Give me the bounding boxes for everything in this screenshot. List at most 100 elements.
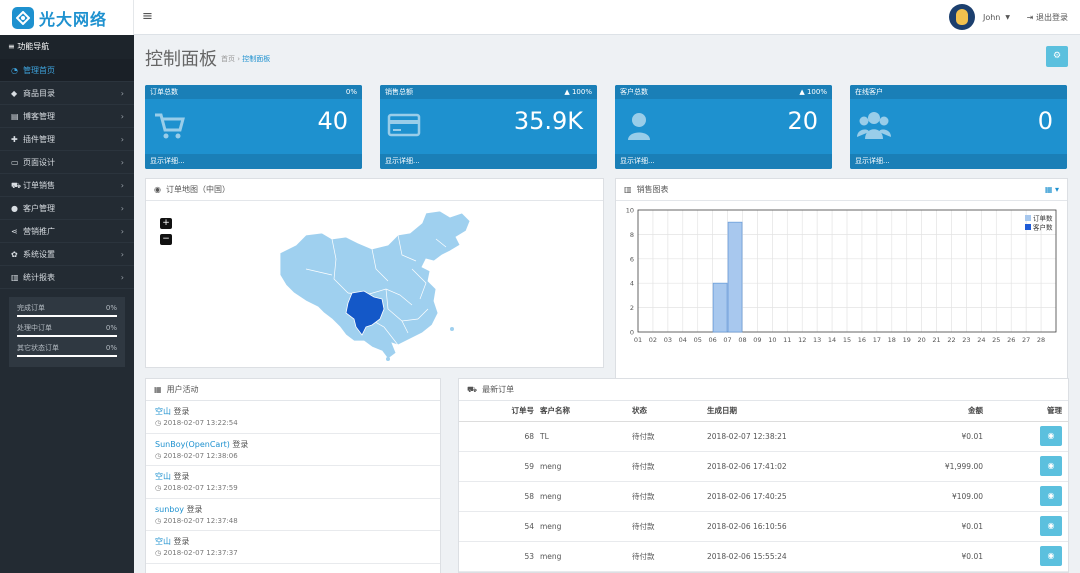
view-order-button[interactable]: ◉ bbox=[1040, 516, 1062, 536]
tile-details-link[interactable]: 显示详细... bbox=[615, 154, 832, 169]
progress-processing: 处理中订单 0% bbox=[17, 323, 117, 337]
breadcrumb-home[interactable]: 首页 bbox=[221, 55, 235, 63]
china-map[interactable] bbox=[276, 209, 476, 361]
progress-value: 0% bbox=[105, 344, 117, 352]
tile-total-orders: 订单总数 0% 40 显示详细... bbox=[145, 85, 362, 169]
sidebar-item-1[interactable]: ◆ 商品目录 › bbox=[0, 82, 134, 105]
tile-value: 0 bbox=[1037, 107, 1053, 135]
sidebar-item-label: 页面设计 bbox=[23, 158, 55, 167]
avatar[interactable] bbox=[948, 4, 975, 30]
sidebar-item-5[interactable]: ⛟ 订单销售 › bbox=[0, 174, 134, 197]
caret-down-icon[interactable]: ▼ bbox=[1005, 14, 1010, 21]
order-total: ¥1,999.00 bbox=[904, 451, 986, 482]
x-tick-label: 18 bbox=[888, 336, 896, 344]
orders-table: 订单号 客户名称 状态 生成日期 金额 管理 68 TL 待付款 2018-02-07… bbox=[459, 401, 1068, 572]
view-order-button[interactable]: ◉ bbox=[1040, 546, 1062, 566]
tile-details-link[interactable]: 显示详细... bbox=[145, 154, 362, 169]
table-row: 54 meng 待付款 2018-02-06 16:10:56 ¥0.01 ◉ bbox=[459, 511, 1068, 542]
sidebar-item-4[interactable]: ▭ 页面设计 › bbox=[0, 151, 134, 174]
activity-action: 登录 bbox=[173, 537, 190, 546]
activity-user-link[interactable]: SunBoy(OpenCart) bbox=[155, 440, 230, 449]
map-region[interactable] bbox=[279, 210, 471, 360]
col-customer[interactable]: 客户名称 bbox=[537, 401, 629, 422]
chevron-right-icon: › bbox=[120, 181, 124, 190]
sidebar-item-6[interactable]: ● 客户管理 › bbox=[0, 197, 134, 220]
breadcrumb-current[interactable]: 控制面板 bbox=[242, 55, 270, 63]
activity-time: 2018-02-07 12:37:37 bbox=[163, 549, 238, 557]
activity-user-link[interactable]: 空山 bbox=[155, 537, 171, 546]
sidebar-item-9[interactable]: ▥ 统计报表 › bbox=[0, 266, 134, 289]
order-status: 待付款 bbox=[629, 421, 704, 452]
settings-button[interactable]: ⚙ bbox=[1046, 46, 1068, 67]
chevron-right-icon: › bbox=[120, 112, 124, 121]
order-status: 待付款 bbox=[629, 541, 704, 572]
col-order-id[interactable]: 订单号 bbox=[459, 401, 537, 422]
order-id: 59 bbox=[459, 451, 537, 482]
order-status: 待付款 bbox=[629, 511, 704, 542]
order-id: 68 bbox=[459, 421, 537, 452]
sidebar-item-8[interactable]: ✿ 系统设置 › bbox=[0, 243, 134, 266]
zoom-out-button[interactable]: − bbox=[160, 234, 172, 245]
order-customer: meng bbox=[537, 481, 629, 512]
tile-details-link[interactable]: 显示详细... bbox=[850, 154, 1067, 169]
view-order-button[interactable]: ◉ bbox=[1040, 486, 1062, 506]
latest-orders-panel: ⛟ 最新订单 订单号 客户名称 状态 生成日期 金额 管理 68 TL 待付款 2018… bbox=[458, 378, 1069, 573]
view-order-button[interactable]: ◉ bbox=[1040, 456, 1062, 476]
x-tick-label: 07 bbox=[723, 336, 731, 344]
gear-icon: ⚙ bbox=[1052, 51, 1062, 61]
progress-value: 0% bbox=[105, 304, 117, 312]
dashboard-icon: ◔ bbox=[11, 66, 18, 75]
x-tick-label: 23 bbox=[962, 336, 970, 344]
activity-panel-header: ▦ 用户活动 bbox=[146, 379, 440, 401]
table-row: 68 TL 待付款 2018-02-07 12:38:21 ¥0.01 ◉ bbox=[459, 421, 1068, 452]
x-tick-label: 01 bbox=[634, 336, 642, 344]
users-icon bbox=[857, 112, 891, 139]
eye-icon: ◉ bbox=[1047, 551, 1055, 560]
sidebar-item-label: 系统设置 bbox=[23, 250, 55, 259]
view-order-button[interactable]: ◉ bbox=[1040, 426, 1062, 446]
sidebar-item-2[interactable]: ▤ 博客管理 › bbox=[0, 105, 134, 128]
col-date[interactable]: 生成日期 bbox=[704, 401, 904, 422]
chevron-right-icon: › bbox=[120, 227, 124, 236]
zoom-in-button[interactable]: + bbox=[160, 218, 172, 229]
map-panel: ◉ 订单地图（中国） + − bbox=[145, 178, 604, 368]
legend-label: 客户数 bbox=[1033, 223, 1053, 232]
sidebar-item-label: 营销推广 bbox=[23, 227, 55, 236]
x-tick-label: 19 bbox=[903, 336, 911, 344]
order-status: 待付款 bbox=[629, 481, 704, 512]
user-menu[interactable]: John ▼ bbox=[948, 4, 1010, 30]
activity-user-link[interactable]: 空山 bbox=[155, 472, 171, 481]
menu-toggle-icon[interactable]: ≡ bbox=[142, 9, 153, 24]
x-tick-label: 09 bbox=[753, 336, 761, 344]
x-tick-label: 04 bbox=[679, 336, 687, 344]
sales-chart-panel: ▥ 销售图表 ▦ ▾ 0 2 4 6 8 10 01 02 03 04 05 06 07 08 09 10 11 1… bbox=[615, 178, 1068, 403]
x-tick-label: 11 bbox=[783, 336, 791, 344]
chevron-right-icon: › bbox=[120, 273, 124, 282]
order-customer: TL bbox=[537, 421, 629, 452]
x-tick-label: 14 bbox=[828, 336, 836, 344]
order-date: 2018-02-06 17:41:02 bbox=[704, 451, 904, 482]
x-tick-label: 02 bbox=[649, 336, 657, 344]
cog-icon: ✿ bbox=[11, 250, 18, 259]
activity-user-link[interactable]: sunboy bbox=[155, 505, 184, 514]
col-status[interactable]: 状态 bbox=[629, 401, 704, 422]
user-name[interactable]: John bbox=[983, 13, 1000, 22]
sidebar-item-7[interactable]: ⋖ 营销推广 › bbox=[0, 220, 134, 243]
activity-user-link[interactable]: 空山 bbox=[155, 407, 171, 416]
activity-action: 登录 bbox=[173, 407, 190, 416]
calendar-dropdown-icon[interactable]: ▦ ▾ bbox=[1045, 179, 1059, 200]
col-total[interactable]: 金额 bbox=[904, 401, 986, 422]
tile-total-customers: 客户总数 ▲ 100% 20 显示详细... bbox=[615, 85, 832, 169]
sidebar-item-3[interactable]: ✚ 插件管理 › bbox=[0, 128, 134, 151]
logout-button[interactable]: ⇥ 退出登录 bbox=[1027, 12, 1068, 23]
brand-logo[interactable]: 光大网络 bbox=[0, 0, 134, 35]
sidebar-item-0[interactable]: ◔ 管理首页 bbox=[0, 59, 134, 82]
progress-bar bbox=[17, 335, 117, 337]
user-icon: ● bbox=[11, 204, 18, 213]
sidebar-item-label: 客户管理 bbox=[23, 204, 55, 213]
tile-details-link[interactable]: 显示详细... bbox=[380, 154, 597, 169]
order-customer: meng bbox=[537, 541, 629, 572]
tile-title: 客户总数 bbox=[620, 88, 648, 96]
tile-value: 35.9K bbox=[513, 107, 583, 135]
progress-other: 其它状态订单 0% bbox=[17, 343, 117, 357]
